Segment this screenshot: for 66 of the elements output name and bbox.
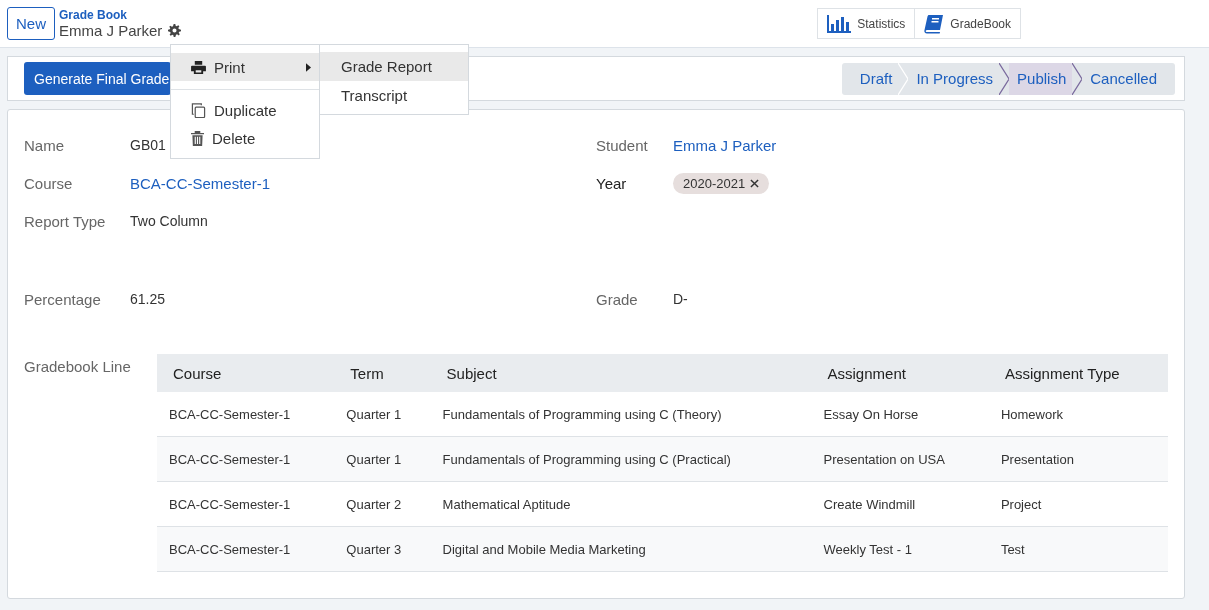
table-cell: Digital and Mobile Media Marketing [430, 526, 812, 572]
new-button[interactable]: New [7, 7, 55, 40]
table-cell: Test [988, 526, 1168, 572]
field-label: Name [24, 136, 65, 154]
menu-item[interactable]: Print [171, 53, 319, 81]
table-cell: Presentation [988, 436, 1168, 482]
status-stage[interactable]: In Progress [908, 62, 1000, 95]
settings-icon[interactable] [168, 24, 182, 37]
field-label: Student [596, 136, 649, 154]
year-tag: 2020-2021 [673, 172, 770, 194]
field-label: Grade [596, 290, 639, 308]
status-stage[interactable]: Cancelled [1082, 62, 1175, 95]
table-cell: Quarter 2 [334, 481, 431, 527]
field-value: D- [673, 291, 688, 307]
field-label: Percentage [24, 290, 102, 308]
record-link[interactable]: Emma J Parker [673, 136, 777, 154]
status-stage[interactable]: Draft [841, 62, 899, 95]
table-cell: Project [988, 481, 1168, 527]
field-value: Two Column [130, 213, 208, 229]
menu-item[interactable]: Grade Report [320, 52, 468, 81]
stage-separator [1072, 62, 1083, 95]
table-cell: Mathematical Aptitude [430, 481, 812, 527]
breadcrumb-link[interactable]: Grade Book [59, 8, 182, 22]
column-header[interactable]: Course [157, 354, 335, 392]
table-cell: Fundamentals of Programming using C (Theory) [430, 392, 812, 437]
table-cell: Create Windmill [811, 481, 989, 527]
table-cell: Essay On Horse [811, 392, 989, 437]
table-cell: BCA-CC-Semester-1 [157, 481, 335, 527]
caret-icon [306, 62, 311, 72]
field-label: Gradebook Line [24, 357, 132, 377]
remove-icon[interactable] [750, 178, 760, 188]
menu-item[interactable]: Delete [171, 124, 319, 152]
column-header[interactable]: Assignment [811, 354, 989, 392]
bar-chart-icon [827, 14, 852, 33]
table-cell: Weekly Test - 1 [811, 526, 989, 572]
table-cell: BCA-CC-Semester-1 [157, 526, 335, 572]
printer-icon [191, 60, 206, 74]
book-icon [924, 13, 945, 34]
column-header[interactable]: Subject [430, 354, 812, 392]
table-cell: Quarter 1 [334, 392, 431, 437]
trash-icon [191, 130, 204, 146]
stage-separator [898, 62, 909, 95]
table-cell: Fundamentals of Programming using C (Practical) [430, 436, 812, 482]
menu-item[interactable]: Transcript [320, 81, 468, 110]
table-cell: Quarter 1 [334, 436, 431, 482]
column-header[interactable]: Assignment Type [988, 354, 1168, 392]
record-title: Emma J Parker [59, 22, 163, 39]
status-stage[interactable]: Publish [1009, 62, 1073, 95]
table-cell: Quarter 3 [334, 526, 431, 572]
column-header[interactable]: Term [334, 354, 431, 392]
generate-button[interactable]: Generate Final Grade [24, 62, 172, 95]
table-cell: BCA-CC-Semester-1 [157, 392, 335, 437]
field-label: Course [24, 174, 74, 192]
table-cell: Presentation on USA [811, 436, 989, 482]
record-link[interactable]: BCA-CC-Semester-1 [130, 174, 271, 192]
field-value: 61.25 [130, 291, 166, 307]
field-label: Report Type [24, 212, 107, 230]
menu-item[interactable]: Duplicate [171, 96, 319, 124]
copy-icon [191, 102, 206, 118]
field-label: Year [596, 174, 628, 192]
stage-separator [999, 62, 1010, 95]
field-value: GB01 [130, 137, 166, 153]
table-cell: Homework [988, 392, 1168, 437]
smart-button[interactable]: Statistics [817, 8, 916, 39]
table-cell: BCA-CC-Semester-1 [157, 436, 335, 482]
smart-button[interactable]: GradeBook [915, 8, 1021, 39]
